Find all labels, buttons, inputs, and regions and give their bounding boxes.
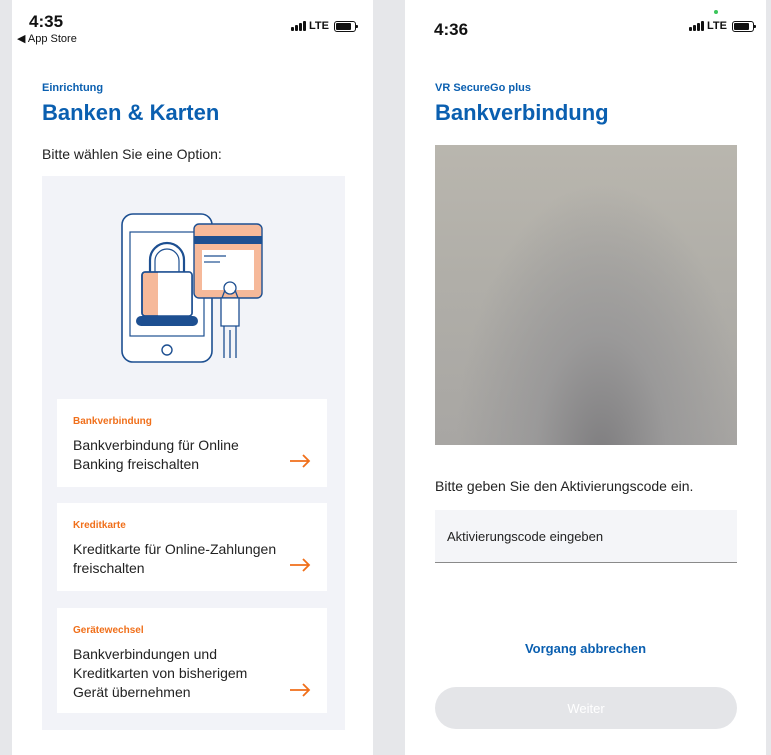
option-description: Bankverbindung für Online Banking freisc…: [73, 437, 239, 472]
camera-in-use-indicator: [714, 10, 718, 14]
setup-screen: 4:35 ◀ App Store LTE Einrichtung Banken …: [12, 0, 373, 755]
option-label: Gerätewechsel: [73, 625, 144, 636]
network-type: LTE: [707, 20, 727, 32]
option-description: Bankverbindungen und Kreditkarten von bi…: [73, 646, 248, 700]
option-description: Kreditkarte für Online-Zahlungen freisch…: [73, 541, 277, 576]
page-subtitle: VR SecureGo plus: [435, 82, 531, 94]
option-label: Bankverbindung: [73, 416, 152, 427]
cancel-process-link[interactable]: Vorgang abbrechen: [405, 641, 766, 656]
arrow-right-icon: [290, 558, 311, 572]
padlock-phone-illustration: [121, 213, 263, 363]
option-label: Kreditkarte: [73, 520, 126, 531]
status-indicators: LTE: [689, 20, 756, 32]
battery-icon: [732, 20, 756, 32]
status-indicators: LTE: [291, 20, 358, 32]
qr-scanner-camera-view[interactable]: [435, 145, 737, 445]
arrow-right-icon: [290, 683, 311, 697]
arrow-right-icon: [290, 454, 311, 468]
option-card-bankverbindung[interactable]: Bankverbindung Bankverbindung für Online…: [57, 399, 327, 487]
page-subtitle: Einrichtung: [42, 82, 104, 94]
option-card-kreditkarte[interactable]: Kreditkarte Kreditkarte für Online-Zahlu…: [57, 503, 327, 591]
activation-instruction: Bitte geben Sie den Aktivierungscode ein…: [435, 478, 694, 494]
signal-bars-icon: [291, 21, 307, 31]
back-to-app-store-link[interactable]: ◀ App Store: [17, 32, 77, 45]
page-title: Banken & Karten: [42, 100, 220, 125]
bank-connection-screen: 4:36 LTE VR SecureGo plus Bankverbindung…: [405, 0, 766, 755]
network-type: LTE: [309, 20, 329, 32]
options-panel: Bankverbindung Bankverbindung für Online…: [42, 176, 345, 730]
page-title: Bankverbindung: [435, 100, 609, 125]
battery-icon: [334, 20, 358, 32]
activation-code-input[interactable]: [435, 510, 737, 563]
option-prompt: Bitte wählen Sie eine Option:: [42, 146, 222, 162]
status-time: 4:36: [434, 20, 469, 39]
continue-button[interactable]: Weiter: [435, 687, 737, 729]
option-card-geraetewechsel[interactable]: Gerätewechsel Bankverbindungen und Kredi…: [57, 608, 327, 713]
status-time: 4:35: [29, 12, 64, 31]
signal-bars-icon: [689, 21, 705, 31]
